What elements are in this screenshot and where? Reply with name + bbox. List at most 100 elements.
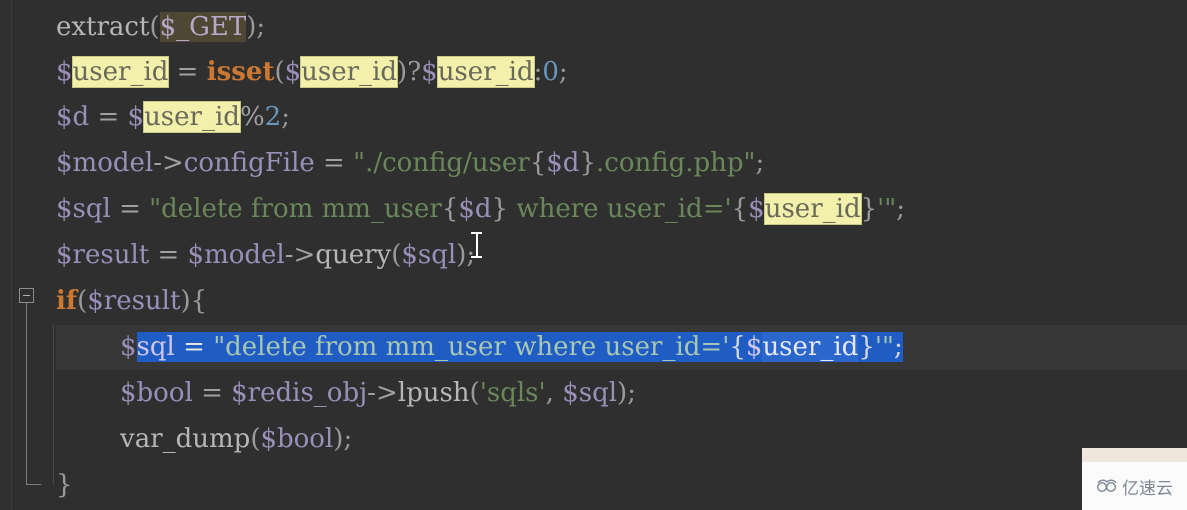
token-variable: $ xyxy=(284,57,302,87)
token-punct: { xyxy=(529,148,547,178)
token-operator: = xyxy=(149,240,188,270)
code-line[interactable]: $bool = $redis_obj->lpush('sqls', $sql); xyxy=(0,371,1187,416)
code-line[interactable]: } xyxy=(0,463,1187,508)
token-punct: } xyxy=(491,194,509,224)
token-function: extract xyxy=(56,12,150,42)
token-punct: ) xyxy=(180,286,191,316)
token-variable: $sql xyxy=(56,194,111,224)
ibeam-stem xyxy=(476,234,478,256)
token-punct: } xyxy=(858,332,875,362)
code-line-content: $model->configFile = "./config/user{$d}.… xyxy=(56,141,764,186)
watermark-brand-text: 亿速云 xyxy=(1122,478,1173,499)
token-punct: ( xyxy=(250,424,261,454)
code-editor[interactable]: extract($_GET); $user_id = isset($user_i… xyxy=(0,0,1187,510)
token-operator: = xyxy=(110,194,150,224)
token-operator: % xyxy=(239,102,265,132)
token-variable: $ xyxy=(56,57,73,87)
code-line[interactable]: $result = $model->query($sql); xyxy=(0,233,1187,278)
token-operator: = xyxy=(89,102,128,132)
token-punct: ) xyxy=(333,424,344,454)
code-line[interactable]: $d = $user_id%2; xyxy=(0,95,1187,140)
code-line[interactable]: extract($_GET); xyxy=(0,5,1187,50)
token-punct: ( xyxy=(391,240,402,270)
token-string: where user_id=' xyxy=(508,194,732,224)
code-line-content: extract($_GET); xyxy=(56,5,265,50)
token-punct: { xyxy=(729,332,746,362)
code-line[interactable]: if($result){ xyxy=(0,279,1187,324)
token-variable: $bool xyxy=(260,424,334,454)
watermark: 亿速云 xyxy=(1060,440,1187,510)
code-line-content: $sql = "delete from mm_user { $d} where us… xyxy=(56,187,905,232)
token-variable: $d xyxy=(458,194,492,224)
code-line-content: $result = $model->query($sql); xyxy=(56,233,475,278)
token-variable: $ xyxy=(745,332,763,362)
token-punct: ; xyxy=(893,332,903,362)
token-operator: = xyxy=(174,332,214,362)
token-keyword-isset: isset xyxy=(206,57,275,87)
token-number: 0 xyxy=(542,57,559,87)
token-method: lpush xyxy=(397,378,470,408)
cloud-icon xyxy=(1096,479,1117,493)
token-variable: $model xyxy=(187,240,285,270)
selection-range[interactable]: sql = "delete from mm_user where user_id… xyxy=(136,332,903,362)
token-string: 'sqls' xyxy=(479,378,546,408)
code-line[interactable]: $sql = "delete from mm_user { $d} where us… xyxy=(0,187,1187,232)
token-occurrence-highlight: user_id xyxy=(437,57,534,87)
token-punct: )? xyxy=(397,57,422,87)
token-operator: -> xyxy=(367,378,398,408)
token-operator: = xyxy=(168,57,207,87)
token-string: .config.php" xyxy=(596,148,756,178)
watermark-accent-bar xyxy=(1082,448,1187,462)
token-function: var_dump xyxy=(120,424,251,454)
token-variable: $ xyxy=(421,57,438,87)
code-line-content: if($result){ xyxy=(56,279,207,324)
token-variable: $redis_obj xyxy=(231,378,368,408)
token-method: query xyxy=(315,240,392,270)
token-punct: ) xyxy=(617,378,628,408)
ibeam-cap-bottom xyxy=(471,256,482,258)
token-punct: ( xyxy=(469,378,480,408)
token-variable: $result xyxy=(87,286,181,316)
token-punct: ( xyxy=(149,12,160,42)
token-occurrence-highlight: user_id xyxy=(762,332,859,362)
token-punct: ; xyxy=(281,102,290,132)
token-operator: = xyxy=(314,148,354,178)
token-variable: sql xyxy=(136,332,175,362)
token-punct: , xyxy=(545,378,563,408)
token-string: "./config/user xyxy=(353,148,530,178)
token-variable: $ xyxy=(127,102,145,132)
token-punct: ; xyxy=(256,12,266,42)
token-punct: : xyxy=(533,57,543,87)
token-variable: $bool xyxy=(120,378,193,408)
token-operator: -> xyxy=(153,148,184,178)
token-occurrence-highlight: user_id xyxy=(72,57,169,87)
token-variable: $sql xyxy=(401,240,457,270)
token-string: "delete from mm_user xyxy=(149,194,442,224)
code-line-content: $d = $user_id%2; xyxy=(56,95,290,140)
token-occurrence-highlight: user_id xyxy=(301,57,398,87)
token-punct: ( xyxy=(274,57,285,87)
token-occurrence-highlight: user_id xyxy=(144,102,240,132)
token-punct: ; xyxy=(343,424,353,454)
code-line[interactable]: var_dump($bool); xyxy=(0,417,1187,462)
token-punct: ( xyxy=(77,286,88,316)
token-punct: } xyxy=(860,194,878,224)
code-line-content: var_dump($bool); xyxy=(120,417,352,462)
token-punct: { xyxy=(731,194,749,224)
token-punct: ; xyxy=(896,194,906,224)
token-variable: $sql xyxy=(562,378,618,408)
token-string: "delete from mm_user where user_id=' xyxy=(213,332,730,362)
token-variable: $result xyxy=(56,240,150,270)
token-variable: $model xyxy=(56,148,154,178)
token-punct: } xyxy=(579,148,596,178)
code-line[interactable]: $user_id = isset($user_id)?$user_id:0; xyxy=(0,50,1187,95)
token-punct: ; xyxy=(755,148,765,178)
code-line-content: $sql = "delete from mm_user where user_i… xyxy=(120,325,903,370)
watermark-body: 亿速云 xyxy=(1082,462,1187,510)
token-punct: ; xyxy=(627,378,636,408)
token-punct: ) xyxy=(246,12,257,42)
code-line-selected[interactable]: $sql = "delete from mm_user where user_i… xyxy=(0,325,1187,370)
code-lines[interactable]: extract($_GET); $user_id = isset($user_i… xyxy=(0,0,1187,510)
code-line[interactable]: $model->configFile = "./config/user{$d}.… xyxy=(0,141,1187,186)
token-keyword-if: if xyxy=(56,286,78,316)
